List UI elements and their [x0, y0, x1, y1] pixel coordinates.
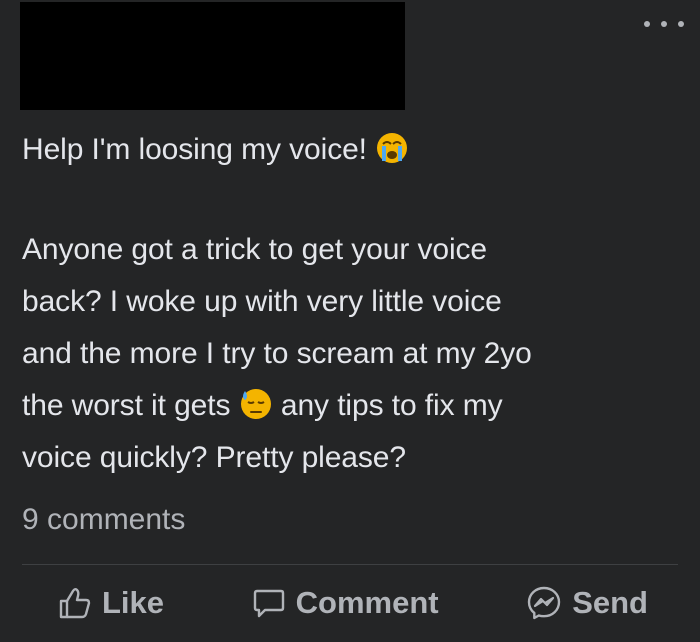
speech-bubble-icon [253, 589, 284, 618]
comment-label: Comment [295, 585, 439, 620]
comments-count[interactable]: 9 comments [22, 503, 185, 537]
post-line-4: the worst it gets any tips to fix my [22, 380, 682, 432]
more-options-icon[interactable] [644, 14, 684, 34]
downcast-face-with-sweat-emoji [239, 387, 273, 421]
menu-dot [678, 21, 684, 27]
menu-dot [644, 21, 650, 27]
post-text: Help I'm loosing my voice! Anyone got a … [22, 124, 682, 484]
loudly-crying-face-emoji [375, 131, 409, 165]
post-line-2: back? I woke up with very little voice [22, 285, 502, 318]
post-title-line: Help I'm loosing my voice! [22, 124, 682, 176]
send-button[interactable]: Send [526, 585, 648, 621]
post-line-3: and the more I try to scream at my 2yo [22, 337, 532, 370]
post-line-4-end: any tips to fix my [280, 389, 503, 422]
menu-dot [661, 21, 667, 27]
post-line-1: Anyone got a trick to get your voice [22, 233, 487, 266]
post-title-text: Help I'm loosing my voice! [22, 133, 367, 166]
like-button[interactable]: Like [58, 585, 164, 621]
redacted-profile-header [20, 2, 405, 110]
action-bar: Like Comment Send [22, 570, 678, 636]
comment-button[interactable]: Comment [252, 585, 439, 621]
post-line-4-start: the worst it gets [22, 389, 231, 422]
action-divider [22, 564, 678, 565]
messenger-icon [528, 586, 561, 620]
send-label: Send [572, 585, 648, 620]
like-label: Like [102, 585, 165, 620]
thumbs-up-icon [59, 588, 91, 619]
post-line-5: voice quickly? Pretty please? [22, 441, 406, 474]
